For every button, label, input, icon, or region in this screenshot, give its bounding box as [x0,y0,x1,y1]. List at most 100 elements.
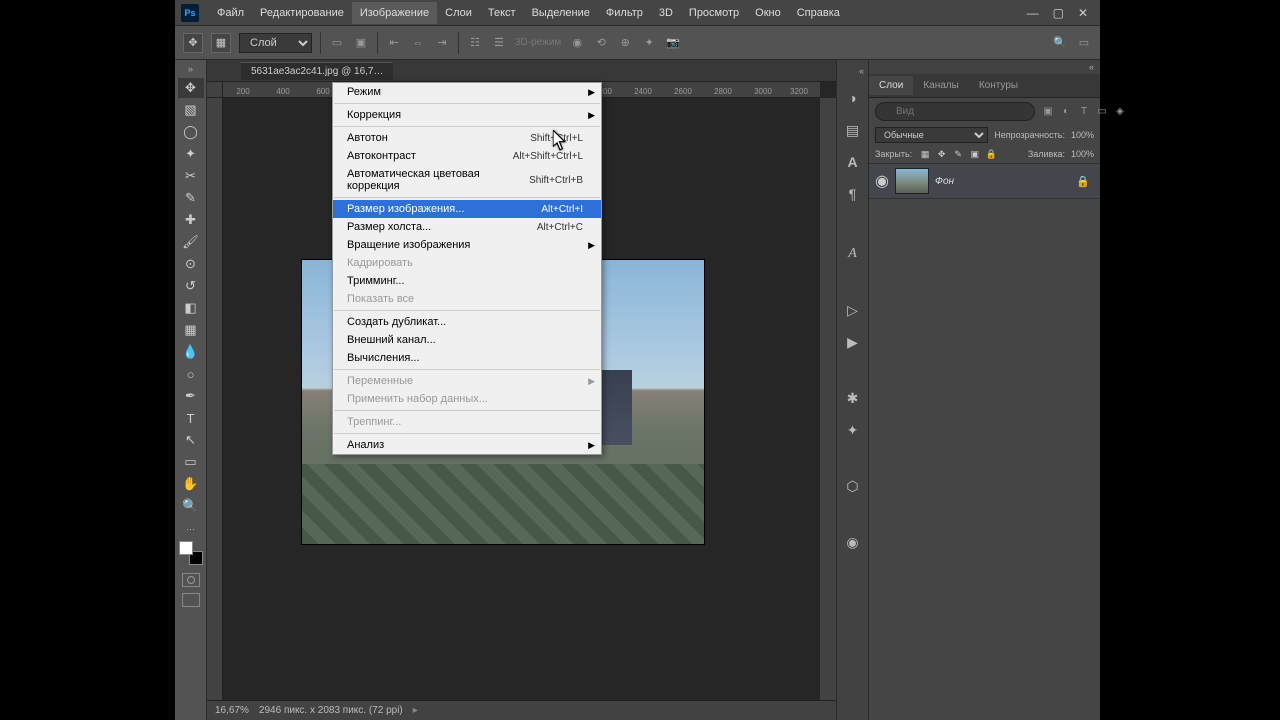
menu-справка[interactable]: Справка [789,2,848,24]
color-panel-icon[interactable]: ◑ [843,88,863,108]
distribute-icon[interactable]: ☷ [467,35,483,51]
styles-panel-icon[interactable]: ✦ [843,420,863,440]
color-swatches[interactable] [179,541,203,565]
menu-item[interactable]: Вращение изображения▶ [333,236,601,254]
marquee-tool[interactable]: ▧ [178,100,204,120]
menu-item[interactable]: Анализ▶ [333,436,601,454]
menu-текст[interactable]: Текст [480,2,524,24]
close-button[interactable]: ✕ [1078,6,1088,20]
menu-item[interactable]: АвтотонShift+Ctrl+L [333,129,601,147]
blur-tool[interactable]: 💧 [178,342,204,362]
align-icon[interactable]: ▭ [329,35,345,51]
heal-tool[interactable]: ✚ [178,210,204,230]
menu-item[interactable]: Размер холста...Alt+Ctrl+C [333,218,601,236]
search-icon[interactable]: 🔍 [1052,35,1068,51]
filter-shape-icon[interactable]: ▭ [1095,105,1109,119]
menu-item[interactable]: Автоматическая цветовая коррекцияShift+C… [333,165,601,195]
menu-item[interactable]: Размер изображения...Alt+Ctrl+I [333,200,601,218]
shape-tool[interactable]: ▭ [178,452,204,472]
eyedropper-tool[interactable]: ✎ [178,188,204,208]
menu-окно[interactable]: Окно [747,2,789,24]
eraser-tool[interactable]: ◧ [178,298,204,318]
filter-image-icon[interactable]: ▣ [1041,105,1055,119]
stamp-tool[interactable]: ⊙ [178,254,204,274]
lasso-tool[interactable]: ◯ [178,122,204,142]
auto-select-icon[interactable]: ▦ [211,33,231,53]
lock-all-icon[interactable]: 🔒 [984,147,998,161]
menu-item[interactable]: Внешний канал... [333,331,601,349]
swatches-panel-icon[interactable]: ▤ [843,120,863,140]
history-brush-tool[interactable]: ↺ [178,276,204,296]
dodge-tool[interactable]: ○ [178,364,204,384]
menu-item[interactable]: Создать дубликат... [333,313,601,331]
opacity-value[interactable]: 100% [1071,130,1094,140]
threed-icon4[interactable]: ✦ [641,35,657,51]
actions-panel-icon[interactable]: ▶ [843,332,863,352]
transform-icon[interactable]: ▣ [353,35,369,51]
screenmode-toggle[interactable] [182,593,200,607]
menu-3d[interactable]: 3D [651,2,681,24]
menu-item[interactable]: Вычисления... [333,349,601,367]
menu-фильтр[interactable]: Фильтр [598,2,651,24]
menu-выделение[interactable]: Выделение [524,2,598,24]
brush-tool[interactable]: 🖌 [178,232,204,252]
menu-просмотр[interactable]: Просмотр [681,2,747,24]
type-tool[interactable]: T [178,408,204,428]
scrollbar-vertical[interactable] [820,98,836,700]
layer-row-background[interactable]: ◉ Фон 🔒 [869,164,1100,199]
wand-tool[interactable]: ✦ [178,144,204,164]
adjustments-panel-icon[interactable]: ✱ [843,388,863,408]
panel-tab-2[interactable]: Контуры [969,76,1028,95]
threed-icon5[interactable]: 📷 [665,35,681,51]
menu-item[interactable]: Режим▶ [333,83,601,101]
zoom-tool[interactable]: 🔍 [178,496,204,516]
fill-value[interactable]: 100% [1071,149,1094,159]
align-center-icon[interactable]: ⇔ [410,35,426,51]
layer-name[interactable]: Фон [935,176,954,187]
history-panel-icon[interactable]: ▷ [843,300,863,320]
layer-select[interactable]: Слой [239,33,312,53]
pen-tool[interactable]: ✒ [178,386,204,406]
workspace-icon[interactable]: ▭ [1076,35,1092,51]
threed-icon2[interactable]: ⟲ [593,35,609,51]
distribute2-icon[interactable]: ☰ [491,35,507,51]
document-tab[interactable]: 5631ae3ac2c41.jpg @ 16,7… [241,62,393,80]
filter-type-icon[interactable]: T [1077,105,1091,119]
panel-tab-0[interactable]: Слои [869,76,913,95]
minimize-button[interactable]: — [1027,6,1039,20]
menu-редактирование[interactable]: Редактирование [252,2,352,24]
foreground-color[interactable] [179,541,193,555]
properties-panel-icon[interactable]: ◉ [843,532,863,552]
gradient-tool[interactable]: ▦ [178,320,204,340]
quickmask-toggle[interactable] [182,573,200,587]
zoom-level[interactable]: 16,67% [215,705,249,716]
filter-smart-icon[interactable]: ◈ [1113,105,1127,119]
layer-search-input[interactable] [875,102,1035,121]
visibility-icon[interactable]: ◉ [875,171,889,191]
move-tool[interactable]: ✥ [178,78,204,98]
align-right-icon[interactable]: ⇥ [434,35,450,51]
layer-thumbnail[interactable] [895,168,929,194]
lock-pixels-icon[interactable]: ▦ [918,147,932,161]
menu-item[interactable]: Тримминг... [333,272,601,290]
glyphs-panel-icon[interactable]: A [843,244,863,264]
path-tool[interactable]: ↖ [178,430,204,450]
filter-adjust-icon[interactable]: ◐ [1059,105,1073,119]
lock-icon[interactable]: 🔒 [1076,175,1094,188]
align-left-icon[interactable]: ⇤ [386,35,402,51]
lock-artboard-icon[interactable]: ▣ [968,147,982,161]
lock-position-icon[interactable]: ✥ [935,147,949,161]
menu-item[interactable]: Коррекция▶ [333,106,601,124]
lock-paint-icon[interactable]: ✎ [951,147,965,161]
paragraph-panel-icon[interactable]: ¶ [843,184,863,204]
menu-item[interactable]: АвтоконтрастAlt+Shift+Ctrl+L [333,147,601,165]
threed-icon3[interactable]: ⊕ [617,35,633,51]
crop-tool[interactable]: ✂ [178,166,204,186]
menu-изображение[interactable]: Изображение [352,2,437,24]
hand-tool[interactable]: ✋ [178,474,204,494]
threed-panel-icon[interactable]: ⬡ [843,476,863,496]
menu-файл[interactable]: Файл [209,2,252,24]
status-chevron-icon[interactable]: ▸ [413,705,418,716]
character-panel-icon[interactable]: A [843,152,863,172]
menu-слои[interactable]: Слои [437,2,480,24]
